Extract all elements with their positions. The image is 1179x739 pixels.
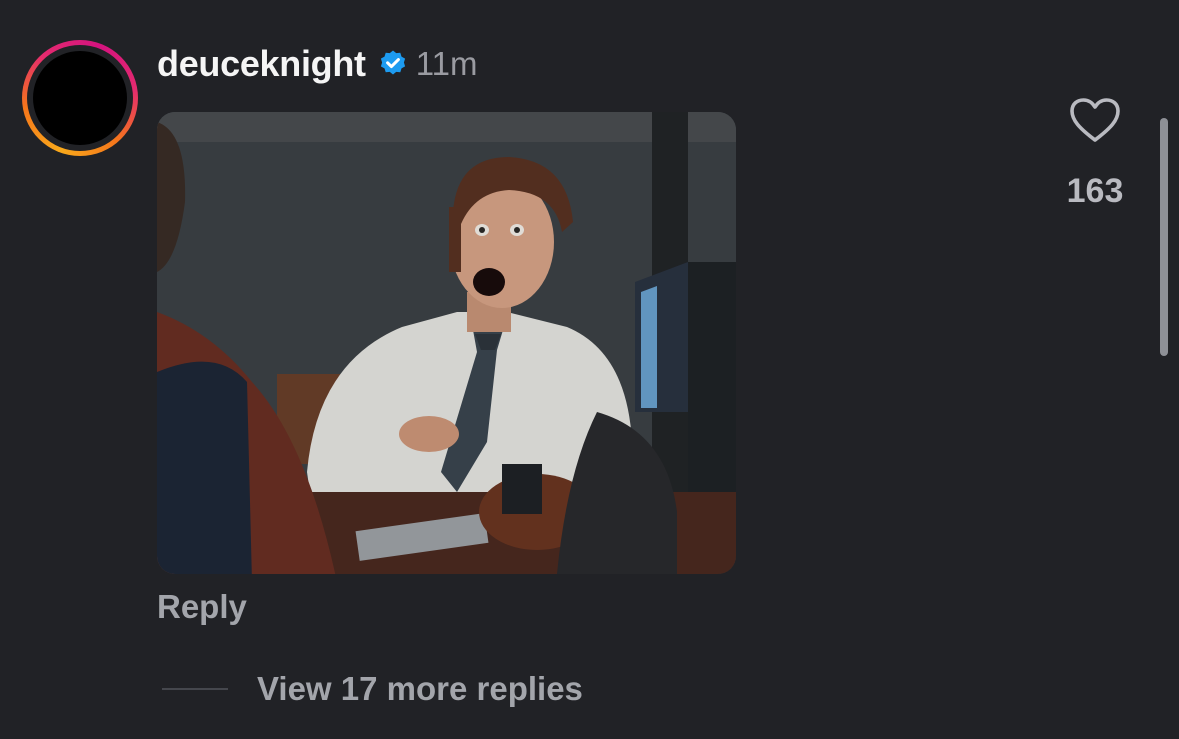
comment-item: deuceknight 11m 163 Reply View 17 more r… [0, 0, 1179, 739]
username[interactable]: deuceknight [157, 43, 366, 85]
like-count: 163 [1066, 172, 1124, 210]
view-more-replies-button[interactable]: View 17 more replies [162, 668, 583, 710]
avatar-ring-gap [27, 45, 133, 151]
timestamp: 11m [415, 45, 478, 82]
thread-line [162, 688, 228, 690]
heart-outline-icon [1070, 98, 1120, 142]
view-more-replies-label: View 17 more replies [257, 670, 583, 707]
avatar-story-ring[interactable] [22, 40, 138, 156]
scrollbar[interactable] [1160, 118, 1168, 356]
like-button[interactable] [1069, 97, 1121, 145]
avatar [33, 51, 127, 145]
comment-header: deuceknight 11m [157, 40, 477, 88]
gif-attachment[interactable] [157, 112, 736, 574]
reply-button[interactable]: Reply [157, 588, 247, 626]
verified-badge-icon [378, 49, 408, 79]
